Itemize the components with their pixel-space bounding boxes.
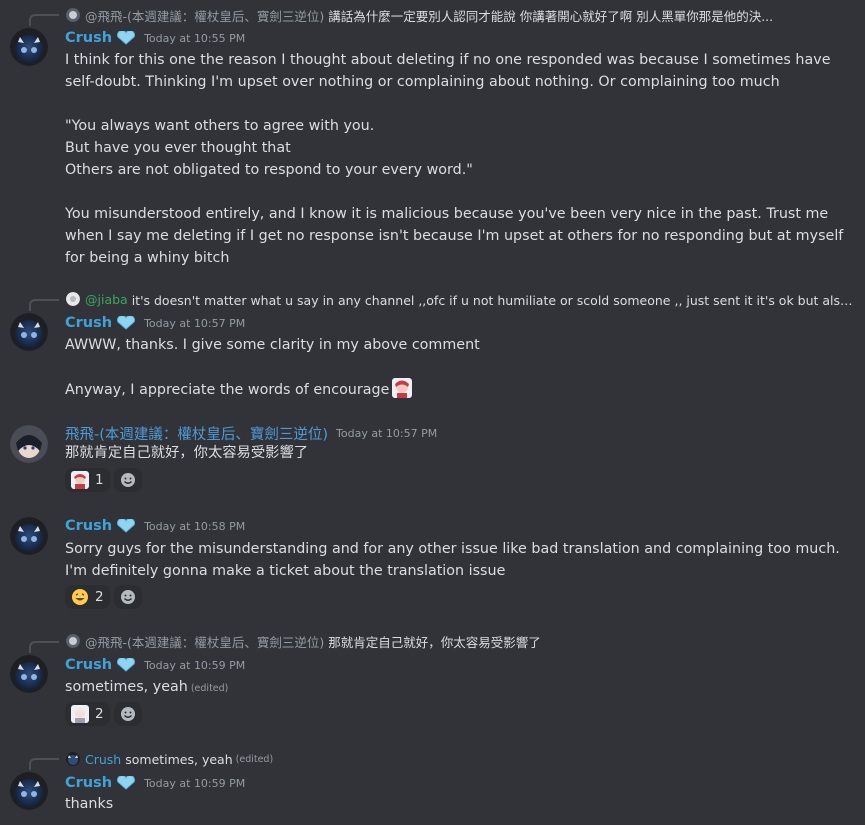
edited-label: (edited) — [190, 683, 229, 694]
message-line: But have you ever thought that — [65, 140, 291, 156]
message-header: 飛飛-(本週建議：權杖皇后、寶劍三逆位) Today at 10:57 PM — [65, 423, 437, 443]
message-line: Anyway, I appreciate the words of encour… — [65, 378, 855, 401]
message: @jiaba it's doesn't matter what u say in… — [0, 285, 865, 405]
heart-badge-icon — [117, 658, 136, 672]
message: @飛飛-(本週建議：權杖皇后、寶劍三逆位) 那就肯定自己就好，你太容易受影響了 … — [0, 627, 865, 735]
reactions-bar: 2 — [65, 702, 142, 726]
username[interactable]: Crush — [65, 657, 112, 673]
heart-badge-icon — [117, 316, 136, 330]
message-line: I think for this one the reason I though… — [65, 52, 831, 90]
reply-preview[interactable]: @jiaba it's doesn't matter what u say in… — [66, 290, 856, 308]
reactions-bar: 1 — [65, 468, 142, 492]
edited-label: (edited) — [235, 753, 274, 765]
reply-text: sometimes, yeah — [125, 751, 233, 767]
message-header: Crush Today at 10:59 PM — [65, 773, 245, 793]
anime-emoji-icon — [71, 705, 89, 723]
message-header: Crush Today at 10:59 PM — [65, 655, 245, 675]
reply-preview[interactable]: @飛飛-(本週建議：權杖皇后、寶劍三逆位) 那就肯定自己就好，你太容易受影響了 — [66, 632, 856, 650]
reply-connector — [29, 299, 59, 311]
username[interactable]: Crush — [65, 30, 112, 46]
reply-avatar — [66, 292, 80, 306]
message-line: You misunderstood entirely, and I know i… — [65, 206, 844, 266]
message-header: Crush Today at 10:57 PM — [65, 313, 245, 333]
add-reaction-icon — [120, 707, 135, 721]
timestamp[interactable]: Today at 10:59 PM — [144, 777, 245, 790]
reply-avatar — [66, 752, 80, 766]
reply-mention[interactable]: @jiaba — [85, 292, 128, 307]
add-reaction-button[interactable] — [113, 702, 142, 726]
reply-text: it's doesn't matter what u say in any ch… — [131, 292, 856, 308]
message-content: sometimes, yeah (edited) — [65, 676, 855, 700]
anime-emoji-icon[interactable] — [392, 378, 413, 398]
reply-connector — [29, 14, 59, 26]
message-text: Anyway, I appreciate the words of encour… — [65, 382, 390, 398]
reaction-anime-emoji[interactable]: 1 — [65, 468, 110, 492]
reply-connector — [29, 641, 59, 653]
add-reaction-button[interactable] — [113, 585, 142, 609]
avatar[interactable] — [10, 425, 48, 463]
avatar[interactable] — [10, 517, 48, 555]
message: Crush Today at 10:58 PM Sorry guys for t… — [0, 507, 865, 617]
anime-emoji-icon — [71, 471, 89, 489]
message-line: "You always want others to agree with yo… — [65, 118, 375, 134]
message-content: 那就肯定自己就好，你太容易受影響了 — [65, 442, 855, 464]
message-header: Crush Today at 10:58 PM — [65, 516, 245, 536]
message-line: thanks — [65, 796, 114, 812]
reactions-bar: 2 — [65, 585, 142, 609]
message-line: sometimes, yeah (edited) — [65, 676, 855, 700]
add-reaction-button[interactable] — [113, 468, 142, 492]
username[interactable]: Crush — [65, 315, 112, 331]
username[interactable]: Crush — [65, 518, 112, 534]
message: 飛飛-(本週建議：權杖皇后、寶劍三逆位) Today at 10:57 PM 那… — [0, 415, 865, 495]
reaction-count: 1 — [95, 472, 104, 488]
reaction-anime-emoji[interactable]: 2 — [65, 702, 110, 726]
message-content: thanks — [65, 793, 855, 815]
heart-badge-icon — [117, 31, 136, 45]
message-content: AWWW, thanks. I give some clarity in my … — [65, 334, 855, 401]
reply-text: 那就肯定自己就好，你太容易受影響了 — [328, 634, 541, 650]
message-content: Sorry guys for the misunderstanding and … — [65, 538, 855, 582]
avatar[interactable] — [10, 28, 48, 66]
timestamp[interactable]: Today at 10:55 PM — [144, 32, 245, 45]
add-reaction-icon — [120, 590, 135, 604]
timestamp[interactable]: Today at 10:57 PM — [336, 427, 437, 440]
message-line: Others are not obligated to respond to y… — [65, 162, 473, 178]
avatar[interactable] — [10, 313, 48, 351]
reply-avatar — [66, 634, 80, 648]
message-text: sometimes, yeah — [65, 679, 188, 695]
reply-connector — [29, 758, 59, 770]
reply-text: 講話為什麼一定要別人認同才能說 你講著開心就好了啊 別人黑單你那是他的決... — [328, 8, 774, 24]
heart-badge-icon — [117, 776, 136, 790]
reply-mention[interactable]: Crush — [85, 752, 121, 767]
message-line: AWWW, thanks. I give some clarity in my … — [65, 337, 480, 353]
avatar[interactable] — [10, 772, 48, 810]
add-reaction-icon — [120, 473, 135, 487]
reply-preview[interactable]: @飛飛-(本週建議：權杖皇后、寶劍三逆位) 講話為什麼一定要別人認同才能說 你講… — [66, 6, 856, 24]
message-line: 那就肯定自己就好，你太容易受影響了 — [65, 445, 309, 461]
grin-emoji-icon — [71, 588, 89, 606]
timestamp[interactable]: Today at 10:59 PM — [144, 659, 245, 672]
avatar[interactable] — [10, 655, 48, 693]
reaction-grin-emoji[interactable]: 2 — [65, 585, 110, 609]
username[interactable]: Crush — [65, 775, 112, 791]
message-content: I think for this one the reason I though… — [65, 49, 855, 269]
heart-badge-icon — [117, 519, 136, 533]
timestamp[interactable]: Today at 10:58 PM — [144, 520, 245, 533]
message: @飛飛-(本週建議：權杖皇后、寶劍三逆位) 講話為什麼一定要別人認同才能說 你講… — [0, 0, 865, 275]
reply-avatar — [66, 8, 80, 22]
message-line: Sorry guys for the misunderstanding and … — [65, 541, 840, 579]
username[interactable]: 飛飛-(本週建議：權杖皇后、寶劍三逆位) — [65, 423, 328, 444]
message: Crush sometimes, yeah (edited) Crush Tod… — [0, 745, 865, 825]
reply-preview[interactable]: Crush sometimes, yeah (edited) — [66, 750, 856, 768]
timestamp[interactable]: Today at 10:57 PM — [144, 317, 245, 330]
reaction-count: 2 — [95, 706, 104, 722]
reply-mention[interactable]: @飛飛-(本週建議：權杖皇后、寶劍三逆位) — [85, 6, 324, 24]
message-header: Crush Today at 10:55 PM — [65, 28, 245, 48]
reaction-count: 2 — [95, 589, 104, 605]
reply-mention[interactable]: @飛飛-(本週建議：權杖皇后、寶劍三逆位) — [85, 632, 324, 650]
